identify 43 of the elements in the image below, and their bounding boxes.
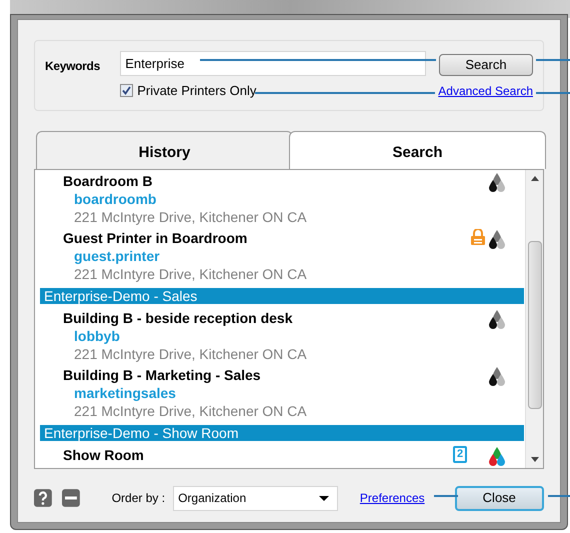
- printer-name: Boardroom B: [63, 172, 154, 190]
- printer-address: 221 McIntyre Drive, Kitchener ON CA: [73, 402, 308, 420]
- private-printers-checkbox[interactable]: [120, 84, 134, 97]
- search-button[interactable]: Search: [439, 54, 533, 76]
- group-header: Enterprise-Demo - Sales: [40, 288, 524, 304]
- queue-name: guest.printer: [73, 247, 161, 265]
- private-printers-label: Private Printers Only: [137, 82, 256, 100]
- keywords-field[interactable]: Enterprise: [120, 51, 426, 76]
- advanced-search-link[interactable]: Advanced Search: [438, 82, 533, 100]
- leader-line: [434, 495, 458, 497]
- queue-name: lobbyb: [73, 327, 121, 345]
- printer-address: 221 McIntyre Drive, Kitchener ON CA: [73, 265, 308, 283]
- printer-name: Building B - Marketing - Sales: [63, 366, 262, 384]
- minus-icon[interactable]: [62, 489, 80, 507]
- printer-item[interactable]: Show Room 2: [40, 446, 525, 466]
- help-icon[interactable]: [34, 489, 52, 507]
- printer-address: 221 McIntyre Drive, Kitchener ON CA: [73, 345, 308, 363]
- keywords-label: Keywords: [45, 58, 101, 75]
- printer-item[interactable]: Building B - Marketing - Sales marketingsales 221 McIntyre Drive, Kitchener ON CA: [40, 366, 525, 420]
- printer-name: Guest Printer in Boardroom: [63, 229, 248, 247]
- printer-name: Show Room: [63, 446, 145, 464]
- printer-name: Building B - beside reception desk: [63, 309, 294, 327]
- tab[interactable]: Search: [289, 131, 546, 169]
- leader-line: [536, 59, 570, 61]
- order-by-label: Order by :: [112, 490, 166, 507]
- printer-item[interactable]: Boardroom B boardroomb 221 McIntyre Drive, Kitchener ON CA: [40, 172, 525, 226]
- dropdown-caret-icon: [318, 496, 329, 500]
- duplex-badge: 2: [453, 446, 467, 463]
- scrollbar[interactable]: [525, 170, 543, 468]
- leader-line: [536, 92, 570, 94]
- printer-item[interactable]: Guest Printer in Boardroom guest.printer 221 McIntyre Drive, Kitchener ON CA: [40, 229, 525, 283]
- queue-name: marketingsales: [73, 384, 177, 402]
- queue-name: boardroomb: [73, 190, 158, 208]
- tab[interactable]: History: [36, 131, 293, 169]
- scroll-up-arrow-icon[interactable]: [530, 176, 538, 181]
- group-header: Enterprise-Demo - Show Room: [40, 425, 524, 441]
- printer-item[interactable]: Building B - beside reception desk lobbyb 221 McIntyre Drive, Kitchener ON CA: [40, 309, 525, 363]
- leader-line: [548, 495, 570, 497]
- printer-address: 221 McIntyre Drive, Kitchener ON CA: [73, 208, 308, 226]
- order-by-dropdown[interactable]: Organization: [173, 486, 338, 510]
- close-button[interactable]: Close: [454, 486, 544, 510]
- preferences-link[interactable]: Preferences: [360, 489, 425, 507]
- scroll-down-arrow-icon[interactable]: [530, 457, 538, 462]
